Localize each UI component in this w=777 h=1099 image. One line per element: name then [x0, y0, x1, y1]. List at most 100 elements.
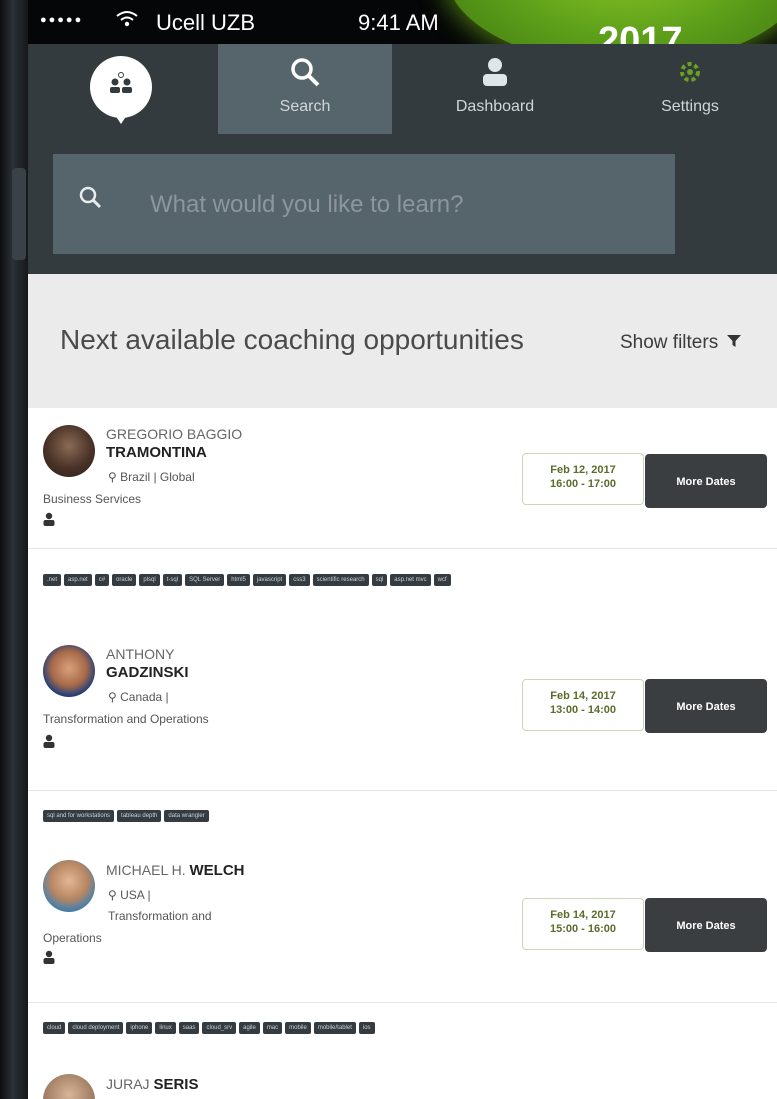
coach-card: JURAJ SERIS — [28, 1054, 777, 1099]
top-nav: Search Dashboard Settings — [28, 44, 777, 140]
app-screen: ●●●●● Ucell UZB 9:41 AM 2017 Search Dash… — [28, 0, 777, 1099]
device-frame — [0, 0, 28, 1099]
divider — [28, 1002, 777, 1003]
device-side-button — [12, 168, 26, 260]
skill-tag[interactable]: scientific research — [312, 574, 369, 586]
coach-card: GREGORIO BAGGIO TRAMONTINA ⚲ Brazil | Gl… — [28, 408, 777, 629]
coach-location-text: Brazil | Global — [120, 470, 195, 484]
user-icon — [43, 512, 55, 529]
skill-tag[interactable]: plsql — [139, 574, 160, 586]
coach-last-name: SERIS — [153, 1076, 199, 1093]
skill-tag[interactable]: cloud deployment — [68, 1022, 124, 1034]
tab-dashboard[interactable]: Dashboard — [408, 44, 582, 134]
avatar[interactable] — [43, 860, 95, 912]
coach-location: ⚲ Canada | — [108, 690, 169, 704]
skill-tags: cloud cloud deployment iphone linux saas… — [43, 1022, 713, 1034]
coach-last-name: WELCH — [189, 862, 245, 879]
coach-location-text: Canada | — [120, 690, 169, 704]
session-time: 15:00 - 16:00 — [549, 923, 617, 935]
skill-tag[interactable]: linux — [155, 1022, 176, 1034]
skill-tag[interactable]: tableau depth — [117, 810, 162, 822]
session-time: 13:00 - 14:00 — [549, 704, 617, 716]
app-logo[interactable] — [90, 56, 152, 124]
tab-search-label: Search — [279, 98, 331, 115]
skill-tag[interactable]: html5 — [227, 574, 250, 586]
session-date: Feb 14, 2017 — [550, 690, 616, 702]
search-box[interactable] — [53, 154, 675, 254]
divider — [28, 548, 777, 549]
next-session-date[interactable]: Feb 12, 2017 16:00 - 17:00 — [522, 453, 644, 505]
clock: 9:41 AM — [358, 10, 439, 35]
session-date: Feb 12, 2017 — [550, 464, 616, 476]
wifi-icon — [116, 8, 138, 34]
tab-settings[interactable]: Settings — [603, 44, 777, 134]
coach-first-name: GREGORIO BAGGIO — [106, 426, 243, 442]
coach-first-name: ANTHONY — [106, 646, 175, 662]
coach-role-line2: Operations — [43, 931, 102, 945]
search-field-icon — [78, 184, 102, 216]
skill-tag[interactable]: mac — [262, 1022, 283, 1034]
search-input[interactable] — [148, 184, 652, 226]
avatar[interactable] — [43, 645, 95, 697]
avatar[interactable] — [43, 1074, 95, 1099]
coach-first-name: MICHAEL H. — [106, 862, 186, 878]
location-pin-icon: ⚲ — [108, 470, 117, 484]
skill-tag[interactable]: sql and for workstations — [43, 810, 115, 822]
skill-tag[interactable]: javascript — [252, 574, 287, 586]
avatar[interactable] — [43, 425, 95, 477]
user-icon — [43, 734, 55, 751]
location-pin-icon: ⚲ — [108, 690, 117, 704]
skill-tag[interactable]: .net — [43, 574, 62, 586]
skill-tag[interactable]: data wrangler — [164, 810, 209, 822]
people-icon — [90, 70, 152, 105]
skill-tag[interactable]: cloud — [43, 1022, 66, 1034]
coach-location-text: USA | — [120, 888, 151, 902]
filter-icon — [727, 332, 742, 354]
more-dates-button[interactable]: More Dates — [645, 679, 767, 733]
next-session-date[interactable]: Feb 14, 2017 15:00 - 16:00 — [522, 898, 644, 950]
skill-tag[interactable]: asp.net — [64, 574, 92, 586]
coach-location: ⚲ USA | — [108, 888, 151, 902]
skill-tag[interactable]: iphone — [126, 1022, 153, 1034]
skill-tag[interactable]: cloud_srv — [202, 1022, 237, 1034]
skill-tag[interactable]: agile — [239, 1022, 260, 1034]
carrier-name: Ucell UZB — [156, 10, 256, 35]
coach-name-line: MICHAEL H. WELCH — [106, 862, 245, 879]
coach-card: MICHAEL H. WELCH ⚲ USA | Transformation … — [28, 842, 777, 1055]
search-icon — [218, 56, 392, 92]
skill-tag[interactable]: oracle — [112, 574, 137, 586]
coach-card: ANTHONY GADZINSKI ⚲ Canada | Transformat… — [28, 628, 777, 843]
skill-tag[interactable]: saas — [178, 1022, 200, 1034]
search-area — [28, 140, 777, 274]
skill-tag[interactable]: c# — [94, 574, 110, 586]
show-filters-label: Show filters — [620, 332, 719, 354]
person-icon — [408, 56, 582, 92]
skill-tag[interactable]: sql — [371, 574, 388, 586]
more-dates-button[interactable]: More Dates — [645, 454, 767, 508]
coach-last-name: TRAMONTINA — [106, 444, 207, 461]
section-header: Next available coaching opportunities Sh… — [28, 274, 777, 408]
skill-tag[interactable]: SQL Server — [185, 574, 225, 586]
skill-tag[interactable]: css3 — [289, 574, 310, 586]
coach-role: Business Services — [43, 492, 142, 506]
coach-first-name: JURAJ — [106, 1076, 150, 1092]
skill-tag[interactable]: wcf — [433, 574, 451, 586]
section-title: Next available coaching opportunities — [60, 324, 524, 355]
show-filters-button[interactable]: Show filters — [620, 332, 742, 354]
skill-tag[interactable]: t-sql — [162, 574, 183, 586]
skill-tags: sql and for workstations tableau depth d… — [43, 810, 713, 822]
session-time: 16:00 - 17:00 — [549, 478, 617, 490]
skill-tag[interactable]: mobile — [285, 1022, 311, 1034]
skill-tag[interactable]: mobile/tablet — [313, 1022, 356, 1034]
coach-location: ⚲ Brazil | Global — [108, 470, 195, 484]
coach-role-line1: Transformation and — [108, 909, 212, 923]
next-session-date[interactable]: Feb 14, 2017 13:00 - 14:00 — [522, 679, 644, 731]
divider — [28, 790, 777, 791]
skill-tag[interactable]: ios — [358, 1022, 375, 1034]
tab-search[interactable]: Search — [218, 44, 392, 134]
coach-role: Transformation and Operations — [43, 712, 209, 726]
gear-icon — [603, 56, 777, 92]
more-dates-button[interactable]: More Dates — [645, 898, 767, 952]
skill-tag[interactable]: asp.net mvc — [390, 574, 431, 586]
coach-last-name: GADZINSKI — [106, 664, 189, 681]
